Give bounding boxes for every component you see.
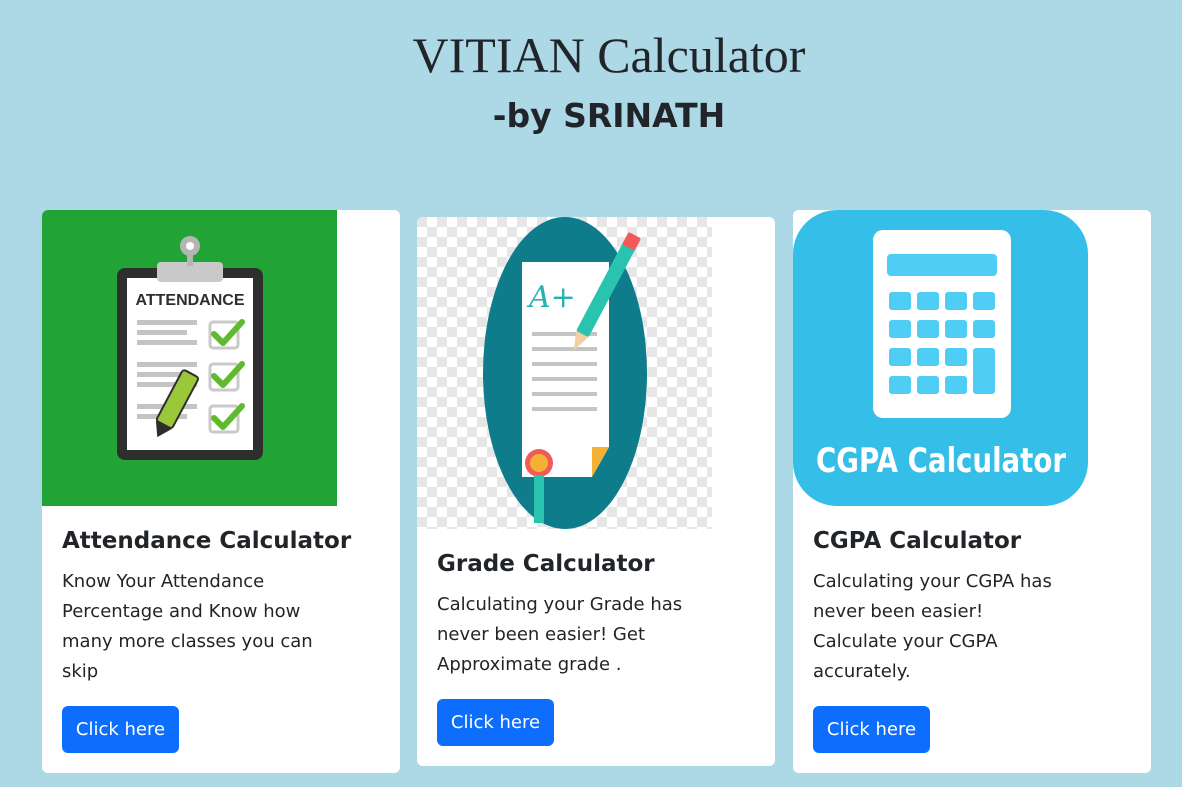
grade-card: A+ Grade Calculator Calculating your Gra…	[417, 217, 775, 766]
cgpa-card-extra-text: .	[813, 661, 819, 682]
page-title: VITIAN Calculator	[412, 27, 806, 83]
attendance-card-title: Attendance Calculator	[62, 528, 352, 554]
cgpa-calculator-icon: CGPA Calculator	[793, 210, 1088, 506]
attendance-card-text: Know Your Attendance Percentage and Know…	[62, 571, 313, 682]
grade-click-button[interactable]: Click here	[437, 699, 554, 746]
attendance-image-heading: ATTENDANCE	[135, 292, 244, 309]
attendance-clipboard-icon: ATTENDANCE	[42, 210, 337, 506]
attendance-card: ATTENDANCE Attendance Calculator Know Yo…	[42, 210, 400, 773]
cgpa-click-button[interactable]: Click here	[813, 706, 930, 753]
cgpa-card: CGPA Calculator CGPA Calculator Calculat…	[793, 210, 1151, 773]
grade-mark-text: A+	[526, 280, 576, 315]
cgpa-card-title: CGPA Calculator	[813, 528, 1022, 554]
page-subtitle: -by SRINATH	[492, 96, 726, 135]
grade-card-text: Calculating your Grade has never been ea…	[437, 594, 683, 675]
attendance-click-button[interactable]: Click here	[62, 706, 179, 753]
grade-paper-icon: A+	[417, 217, 712, 529]
grade-card-title: Grade Calculator	[437, 551, 655, 577]
cgpa-image-label: CGPA Calculator	[816, 441, 1066, 481]
